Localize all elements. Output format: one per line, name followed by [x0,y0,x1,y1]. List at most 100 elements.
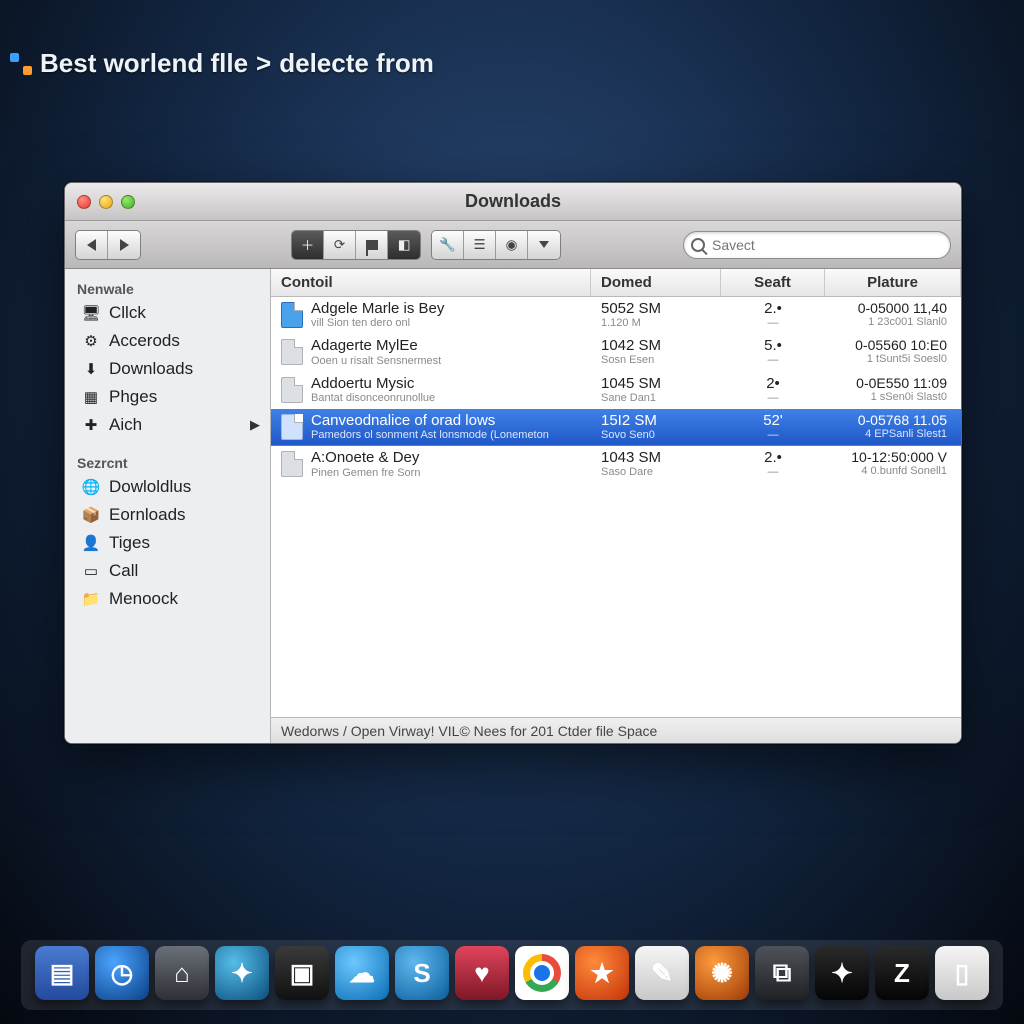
sidebar-item[interactable]: 👤Tiges [65,529,270,557]
forward-button[interactable] [108,231,140,259]
sidebar-item-label: Eornloads [109,505,186,525]
toolbar: ＋ ⟳ ◧ 🔧 ☰ ◉ [65,221,961,269]
file-size: 5052 SM [601,300,711,317]
chevron-down-icon [539,241,549,248]
documents-icon[interactable]: ▯ [935,946,989,1000]
table-row[interactable]: A:Onoete & DeyPinen Gemen fre Sorn1043 S… [271,446,961,483]
view-toggle-button[interactable]: ◧ [388,231,420,259]
sidebar-item-icon: ▭ [81,562,101,580]
file-size-sub: Saso Dare [601,466,711,478]
file-icon [281,339,303,365]
file-name: Addoertu Mysic [311,375,435,392]
sidebar-section-2-header: Sezrcnt [65,449,270,473]
info-button[interactable]: ◉ [496,231,528,259]
safari-icon[interactable]: ✦ [215,946,269,1000]
chrome-icon[interactable] [515,946,569,1000]
file-date: 0-05768 11.05 [835,412,947,428]
file-size: 1042 SM [601,337,711,354]
box-icon[interactable]: ⧉ [755,946,809,1000]
file-kind-sub: — [731,392,815,404]
sidebar-item-label: Downloads [109,359,193,379]
col-kind[interactable]: Seaft [721,269,825,296]
minimize-button[interactable] [99,195,113,209]
view-group-1: ＋ ⟳ ◧ [291,230,421,260]
status-bar: Wedorws / Open Virway! VIL© Nees for 201… [271,717,961,743]
terminal-icon[interactable]: ✦ [815,946,869,1000]
chevron-left-icon [87,239,96,251]
sidebar-item[interactable]: ⚙Accerods [65,327,270,355]
col-size[interactable]: Domed [591,269,721,296]
file-date-sub: 1 sSen0i Slast0 [835,391,947,403]
cloud-icon[interactable]: ☁ [335,946,389,1000]
sidebar-item[interactable]: ⬇ Downloads [65,355,270,383]
sidebar-item[interactable]: 🌐 Dowloldlus [65,473,270,501]
table-row[interactable]: Adagerte MylEeOoen u risalt Sensnermest1… [271,334,961,371]
add-button[interactable]: ＋ [292,231,324,259]
sidebar: Nenwale 🖥Cllck⚙Accerods ⬇ Downloads ▦Phges ✚… [65,269,271,743]
file-size-sub: Sosn Esen [601,354,711,366]
table-row[interactable]: Addoertu MysicBantat disonceonrunollue10… [271,372,961,409]
sidebar-item[interactable]: ▭ Call [65,557,270,585]
refresh-button[interactable]: ⟳ [324,231,356,259]
finder-icon[interactable]: ▤ [35,946,89,1000]
sidebar-item-icon: ✚ [81,416,101,434]
dashboard-icon[interactable]: ◷ [95,946,149,1000]
action-button[interactable]: 🔧 [432,231,464,259]
firefox-icon[interactable]: ✺ [695,946,749,1000]
file-subtitle: Pamedors ol sonment Ast lonsmode (Loneme… [311,429,549,441]
sidebar-item[interactable]: 📦Eornloads [65,501,270,529]
sidebar-item-icon: 👤 [81,534,101,552]
sidebar-item-label: Cllck [109,303,146,323]
media-icon[interactable]: ▣ [275,946,329,1000]
list-view-button[interactable]: ☰ [464,231,496,259]
sidebar-item[interactable]: ✚Aich▶ [65,411,270,439]
col-date[interactable]: Plature [825,269,961,296]
file-date: 10-12:50:000 V [835,449,947,465]
sidebar-item-label: Phges [109,387,157,407]
z-app-icon[interactable]: Z [875,946,929,1000]
close-button[interactable] [77,195,91,209]
sidebar-item[interactable]: 📁Menoock [65,585,270,613]
column-headers[interactable]: Contoil Domed Seaft Plature [271,269,961,297]
skype-icon[interactable]: S [395,946,449,1000]
dock: ▤◷⌂✦▣☁S♥★✎✺⧉✦Z▯ [21,940,1003,1010]
finder-window: Downloads ＋ ⟳ ◧ 🔧 ☰ ◉ Nenwale 🖥Cll [64,182,962,744]
flag-button[interactable] [356,231,388,259]
sidebar-item[interactable]: 🖥Cllck [65,299,270,327]
sidebar-item-label: Dowloldlus [109,477,191,497]
sidebar-section-1-header: Nenwale [65,275,270,299]
file-kind: 2.• [731,449,815,466]
table-row[interactable]: Adgele Marle is Beyvill Sion ten dero on… [271,297,961,334]
file-date-sub: 4 0.bunfd Sonell1 [835,465,947,477]
sidebar-item-icon: 🌐 [81,478,101,496]
file-date-sub: 1 23c001 Slanl0 [835,316,947,328]
file-size-sub: Sane Dan1 [601,392,711,404]
file-list: Contoil Domed Seaft Plature Adgele Marle… [271,269,961,743]
file-kind: 2.• [731,300,815,317]
view-group-2: 🔧 ☰ ◉ [431,230,561,260]
flag-icon [366,240,378,250]
chrome-ring-icon [523,954,561,992]
file-date-sub: 1 tSunt5i Soesl0 [835,353,947,365]
file-icon [281,414,303,440]
dropdown-button[interactable] [528,231,560,259]
back-button[interactable] [76,231,108,259]
file-name: A:Onoete & Dey [311,449,420,466]
sidebar-item-label: Accerods [109,331,180,351]
home-icon[interactable]: ⌂ [155,946,209,1000]
sidebar-item-label: Call [109,561,138,581]
file-icon [281,451,303,477]
titlebar[interactable]: Downloads [65,183,961,221]
favorites-icon[interactable]: ★ [575,946,629,1000]
sidebar-item-icon: ⬇ [81,360,101,378]
col-name[interactable]: Contoil [271,269,591,296]
search-input[interactable] [683,231,951,259]
file-kind-sub: — [731,466,815,478]
zoom-button[interactable] [121,195,135,209]
table-row[interactable]: Canveodnalice of orad lowsPamedors ol so… [271,409,961,446]
notes-icon[interactable]: ✎ [635,946,689,1000]
file-size-sub: Sovo Sen0 [601,429,711,441]
sidebar-item-label: Aich [109,415,142,435]
sidebar-item[interactable]: ▦Phges [65,383,270,411]
health-icon[interactable]: ♥ [455,946,509,1000]
